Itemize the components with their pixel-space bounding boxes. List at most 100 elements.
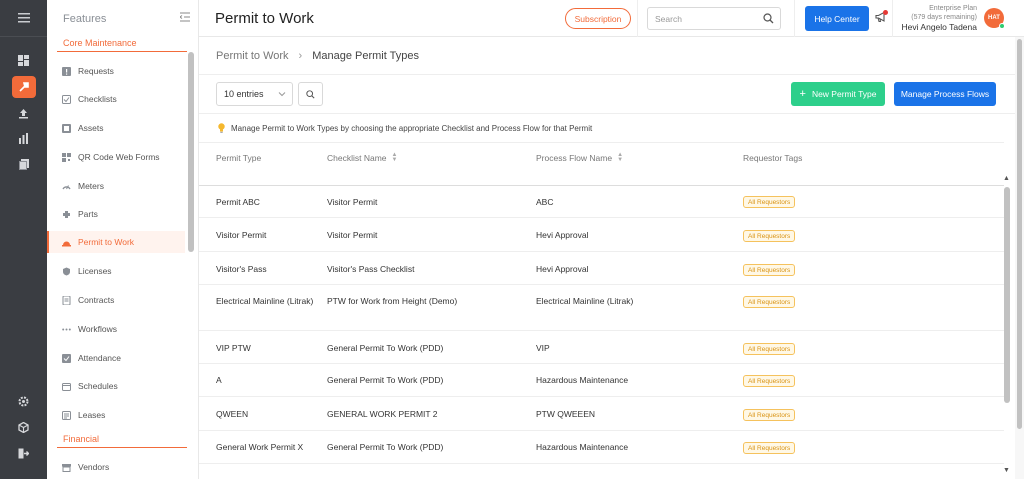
features-scrollbar-thumb[interactable] bbox=[188, 52, 194, 252]
plan-remaining: (579 days remaining) bbox=[911, 14, 977, 21]
box-icon bbox=[18, 421, 29, 433]
breadcrumb-current: Manage Permit Types bbox=[312, 50, 419, 62]
rail-logout[interactable] bbox=[0, 441, 47, 465]
features-scrollbar[interactable] bbox=[188, 40, 194, 476]
breadcrumb: Permit to Work › Manage Permit Types bbox=[216, 50, 419, 62]
column-header-process-flow-name[interactable]: Process Flow Name ▲ ▼ bbox=[536, 152, 623, 163]
table-row[interactable]: General Work Permit X General Permit To … bbox=[199, 431, 1004, 464]
cell-permit-type: A bbox=[216, 375, 222, 385]
cell-permit-type: Visitor's Pass bbox=[216, 264, 267, 274]
new-permit-type-label: New Permit Type bbox=[811, 89, 877, 99]
rail-packages[interactable] bbox=[0, 415, 47, 439]
scroll-up-icon[interactable]: ▲ bbox=[1003, 175, 1010, 182]
sidebar-item-requests[interactable]: Requests bbox=[47, 60, 185, 82]
workflow-icon bbox=[61, 324, 71, 334]
rail-reports[interactable] bbox=[0, 126, 47, 150]
rail-documents[interactable] bbox=[0, 152, 47, 176]
parts-icon bbox=[61, 209, 71, 219]
sidebar-item-checklists[interactable]: Checklists bbox=[47, 88, 185, 110]
search-icon bbox=[306, 89, 315, 99]
contract-icon bbox=[61, 295, 71, 305]
rail-settings[interactable] bbox=[0, 389, 47, 413]
collapse-icon[interactable] bbox=[180, 12, 190, 22]
sidebar-item-attendance[interactable]: Attendance bbox=[47, 347, 185, 369]
sidebar-item-meters[interactable]: Meters bbox=[47, 175, 185, 197]
meter-icon bbox=[61, 181, 71, 191]
request-icon bbox=[61, 66, 71, 76]
sidebar-item-label: Schedules bbox=[78, 381, 118, 391]
sort-icon[interactable]: ▲ ▼ bbox=[617, 152, 623, 163]
document-icon bbox=[18, 158, 29, 170]
sidebar-item-parts[interactable]: Parts bbox=[47, 203, 185, 225]
sort-icon[interactable]: ▲ ▼ bbox=[392, 152, 398, 163]
search-input[interactable]: Search bbox=[647, 7, 781, 30]
table-row[interactable]: QWEEN GENERAL WORK PERMIT 2 PTW QWEEEN A… bbox=[199, 397, 1004, 431]
notification-dot bbox=[883, 10, 888, 15]
vendor-icon bbox=[61, 462, 71, 472]
table-scrollbar-thumb[interactable] bbox=[1004, 187, 1010, 403]
main-content: Permit to Work › Manage Permit Types 10 … bbox=[199, 37, 1024, 479]
scroll-down-icon[interactable]: ▼ bbox=[1003, 467, 1010, 474]
table-search-button[interactable] bbox=[298, 82, 323, 106]
divider bbox=[892, 0, 893, 37]
help-center-button[interactable]: Help Center bbox=[805, 6, 869, 31]
breadcrumb-parent[interactable]: Permit to Work bbox=[216, 50, 289, 62]
chevron-down-icon bbox=[278, 92, 286, 97]
table-row[interactable]: A General Permit To Work (PDD) Hazardous… bbox=[199, 364, 1004, 397]
table-row[interactable]: Visitor Permit Visitor Permit Hevi Appro… bbox=[199, 218, 1004, 252]
cell-process-flow: Hevi Approval bbox=[536, 230, 589, 240]
top-bar: Permit to Work Subscription Search Help … bbox=[199, 0, 1024, 37]
menu-toggle[interactable] bbox=[0, 0, 47, 37]
table-row[interactable]: VIP PTW General Permit To Work (PDD) VIP… bbox=[199, 331, 1004, 364]
features-panel: Features Core Maintenance Requests Check… bbox=[47, 0, 199, 479]
sidebar-item-assets[interactable]: Assets bbox=[47, 117, 185, 139]
attendance-icon bbox=[61, 353, 71, 363]
cell-process-flow: Hazardous Maintenance bbox=[536, 442, 629, 452]
sidebar-item-label: Workflows bbox=[78, 324, 118, 334]
cell-permit-type: Permit ABC bbox=[216, 197, 260, 207]
divider bbox=[794, 0, 795, 37]
lightbulb-icon bbox=[218, 123, 225, 133]
sidebar-item-label: Meters bbox=[78, 181, 104, 191]
online-status-dot bbox=[999, 23, 1005, 29]
requestor-tag: All Requestors bbox=[743, 409, 796, 421]
wrench-icon bbox=[19, 81, 29, 92]
column-header-checklist-name[interactable]: Checklist Name ▲ ▼ bbox=[327, 152, 398, 163]
table-scrollbar[interactable]: ▲ ▼ bbox=[1002, 37, 1012, 479]
permit-icon bbox=[61, 237, 71, 247]
sidebar-item-schedules[interactable]: Schedules bbox=[47, 375, 185, 397]
rail-maintenance[interactable] bbox=[0, 75, 47, 99]
manage-process-flows-button[interactable]: Manage Process Flows bbox=[894, 82, 996, 106]
user-name[interactable]: Hevi Angelo Tadena bbox=[895, 22, 977, 32]
sidebar-item-permit-to-work[interactable]: Permit to Work bbox=[47, 231, 185, 253]
cell-checklist: Visitor Permit bbox=[327, 197, 378, 207]
sidebar-item-qr-forms[interactable]: QR Code Web Forms bbox=[47, 146, 185, 168]
subscription-button[interactable]: Subscription bbox=[565, 8, 631, 29]
sidebar-item-contracts[interactable]: Contracts bbox=[47, 289, 185, 311]
entries-select[interactable]: 10 entries bbox=[216, 82, 293, 106]
table-row[interactable]: Permit ABC Visitor Permit ABC All Reques… bbox=[199, 186, 1004, 218]
cell-checklist: PTW for Work from Height (Demo) bbox=[327, 296, 458, 306]
cell-permit-type: Electrical Mainline (Litrak) bbox=[216, 296, 314, 306]
tip-text: Manage Permit to Work Types by choosing … bbox=[218, 123, 592, 133]
column-header-requestor-tags: Requestor Tags bbox=[743, 153, 803, 163]
rail-upload[interactable] bbox=[0, 101, 47, 125]
table-row[interactable]: Electrical Mainline (Litrak) PTW for Wor… bbox=[199, 285, 1004, 331]
sidebar-item-workflows[interactable]: Workflows bbox=[47, 318, 185, 340]
new-permit-type-button[interactable]: + New Permit Type bbox=[791, 82, 885, 106]
sidebar-item-label: Contracts bbox=[78, 295, 115, 305]
rail-dashboard[interactable] bbox=[0, 48, 47, 72]
sidebar-item-licenses[interactable]: Licenses bbox=[47, 260, 185, 282]
tip-message: Manage Permit to Work Types by choosing … bbox=[231, 123, 593, 133]
search-icon[interactable] bbox=[763, 13, 774, 24]
page-scrollbar-thumb[interactable] bbox=[1017, 39, 1022, 429]
table-row[interactable]: Visitor's Pass Visitor's Pass Checklist … bbox=[199, 252, 1004, 285]
cell-checklist: General Permit To Work (PDD) bbox=[327, 375, 444, 385]
sidebar-item-vendors[interactable]: Vendors bbox=[47, 456, 185, 478]
plan-info: Enterprise Plan (579 days remaining) bbox=[899, 4, 977, 22]
column-header-permit-type: Permit Type bbox=[216, 153, 262, 163]
sidebar-item-leases[interactable]: Leases bbox=[47, 404, 185, 426]
page-scrollbar[interactable] bbox=[1015, 37, 1024, 479]
divider bbox=[199, 113, 1024, 114]
search-placeholder: Search bbox=[655, 13, 682, 24]
